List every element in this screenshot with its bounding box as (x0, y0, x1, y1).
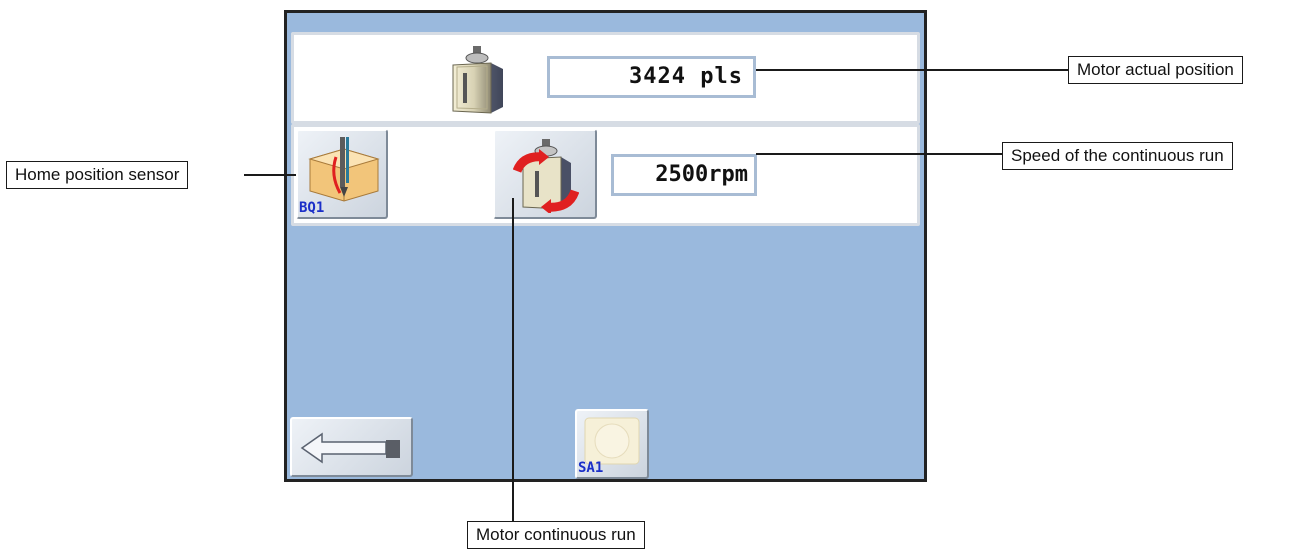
back-button[interactable] (290, 417, 413, 477)
motor-position-leader-line (756, 69, 1070, 71)
home-sensor-button[interactable]: BQ1 (296, 129, 388, 219)
stepper-motor-icon (452, 46, 503, 114)
home-sensor-icon (308, 137, 380, 202)
callout-home-position-sensor: Home position sensor (6, 161, 189, 189)
switch-icon (584, 417, 640, 465)
callout-motor-actual-position: Motor actual position (1068, 56, 1243, 84)
rotation-motor-icon (513, 139, 579, 213)
continuous-run-button[interactable] (493, 129, 597, 219)
sa1-tag: SA1 (578, 460, 604, 476)
home-sensor-tag: BQ1 (299, 200, 325, 216)
continuous-run-leader-line (512, 198, 514, 522)
callout-motor-continuous-run: Motor continuous run (467, 521, 645, 549)
home-sensor-leader-line (244, 174, 296, 176)
back-arrow-icon (300, 432, 400, 464)
actual-position-display: 3424 pls (547, 56, 756, 98)
hmi-screen: 3424 pls BQ1 2500rpm SA1 (284, 10, 927, 482)
speed-leader-line (756, 153, 1004, 155)
continuous-speed-display: 2500rpm (611, 154, 757, 196)
sa1-switch-button[interactable]: SA1 (575, 409, 649, 479)
callout-speed-continuous-run: Speed of the continuous run (1002, 142, 1233, 170)
